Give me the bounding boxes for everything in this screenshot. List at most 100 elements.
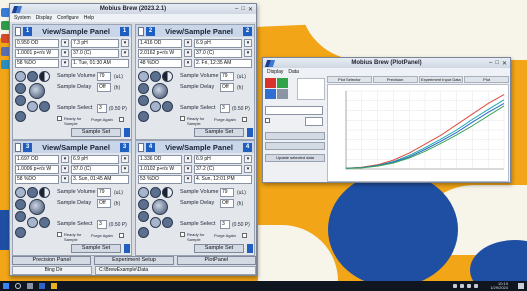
plot-option-checkbox[interactable] xyxy=(265,118,270,123)
sample-delay-input[interactable]: Off xyxy=(97,83,111,92)
vial-button[interactable] xyxy=(15,227,26,238)
vial-button[interactable] xyxy=(27,217,38,228)
panel-toggle[interactable] xyxy=(138,142,144,152)
ph-field[interactable]: 6.9 pH xyxy=(194,39,242,48)
temperature-field[interactable]: 37.2 (C) xyxy=(194,165,242,174)
vial-button[interactable] xyxy=(15,71,26,82)
sample-volume-input[interactable]: 79 xyxy=(220,72,234,81)
stir-field[interactable]: 1.0001 p+r/s W xyxy=(15,49,59,58)
temperature-toggle-icon[interactable]: ▾ xyxy=(244,49,252,57)
do-field[interactable]: 48 %DO xyxy=(138,59,182,68)
vial-button[interactable] xyxy=(138,199,149,210)
close-icon[interactable]: ✕ xyxy=(248,6,253,13)
notification-icon[interactable] xyxy=(518,283,524,289)
vial-button[interactable] xyxy=(39,71,50,82)
vial-button[interactable] xyxy=(15,187,26,198)
tab-plot-selector[interactable]: Plot Selector xyxy=(327,76,372,83)
plot-menu-data[interactable]: Data xyxy=(288,69,299,75)
battery-icon[interactable] xyxy=(474,284,479,288)
vial-button[interactable] xyxy=(27,71,38,82)
ph-field[interactable]: 6.9 pH xyxy=(71,155,119,164)
ph-field[interactable]: 7.3 pH xyxy=(71,39,119,48)
vial-button[interactable] xyxy=(27,101,38,112)
timestamp-field[interactable]: 3. Sun, 01:45 AM xyxy=(71,175,129,184)
app-taskbar-icon[interactable] xyxy=(39,283,45,289)
directory-button[interactable]: Bing Dir xyxy=(12,266,92,275)
vial-button[interactable] xyxy=(27,187,38,198)
od-field[interactable]: 1.416 OD xyxy=(138,39,182,48)
ph-toggle-icon[interactable]: ▾ xyxy=(121,39,129,47)
growth-chart[interactable] xyxy=(327,84,509,182)
tab-precision[interactable]: Precision xyxy=(372,76,418,83)
menu-help[interactable]: Help xyxy=(84,15,94,21)
stir-toggle-icon[interactable]: ▾ xyxy=(61,165,69,173)
temperature-toggle-icon[interactable]: ▾ xyxy=(121,165,129,173)
sample-delay-input[interactable]: Off xyxy=(97,199,111,208)
ready-for-sample-checkbox[interactable] xyxy=(180,232,185,237)
sample-set-button[interactable]: Sample Set xyxy=(71,128,121,137)
plot-option-field[interactable] xyxy=(305,117,323,126)
update-selected-data-button[interactable]: Update selected data xyxy=(265,154,325,162)
vial-button[interactable] xyxy=(150,217,161,228)
vial-main-button[interactable] xyxy=(29,83,45,99)
maximize-icon[interactable]: □ xyxy=(241,6,245,13)
timestamp-field[interactable]: 2. Fri, 12:35 AM xyxy=(194,59,252,68)
vial-button[interactable] xyxy=(15,95,26,106)
vial-button[interactable] xyxy=(15,199,26,210)
vial-button[interactable] xyxy=(138,187,149,198)
vial-button[interactable] xyxy=(150,101,161,112)
od-toggle-icon[interactable]: ▾ xyxy=(184,39,192,47)
panel-toggle[interactable] xyxy=(15,142,21,152)
explorer-taskbar-icon[interactable] xyxy=(51,283,57,289)
vial-button[interactable] xyxy=(162,217,173,228)
tab-experiment-input[interactable]: Experiment Input Data xyxy=(418,76,464,83)
vial-button[interactable] xyxy=(138,83,149,94)
timestamp-field[interactable]: 4. Sun, 12:01 PM xyxy=(194,175,252,184)
ph-toggle-icon[interactable]: ▾ xyxy=(121,155,129,163)
ready-for-sample-checkbox[interactable] xyxy=(57,232,62,237)
network-icon[interactable] xyxy=(460,284,465,288)
minimize-icon[interactable]: – xyxy=(235,6,238,13)
plot-panel-button[interactable]: PlotPanel xyxy=(176,256,256,265)
start-icon[interactable] xyxy=(3,283,9,289)
purge-again-checkbox[interactable] xyxy=(119,117,124,122)
precision-panel-button[interactable]: Precision Panel xyxy=(12,256,92,265)
temperature-toggle-icon[interactable]: ▾ xyxy=(244,165,252,173)
purge-again-checkbox[interactable] xyxy=(119,233,124,238)
vial-button[interactable] xyxy=(39,187,50,198)
do-field[interactable]: 53 %DO xyxy=(138,175,182,184)
sample-set-button[interactable]: Sample Set xyxy=(71,244,121,253)
sample-select-input[interactable]: 3 xyxy=(220,104,230,113)
vial-main-button[interactable] xyxy=(152,199,168,215)
plot-maximize-icon[interactable]: □ xyxy=(495,60,499,67)
temperature-field[interactable]: 37.0 (C) xyxy=(71,165,119,174)
vial-button[interactable] xyxy=(162,187,173,198)
vial-button[interactable] xyxy=(138,111,149,122)
stir-toggle-icon[interactable]: ▾ xyxy=(184,165,192,173)
plot-action-button[interactable] xyxy=(265,132,325,140)
vial-button[interactable] xyxy=(138,227,149,238)
ph-field[interactable]: 6.9 pH xyxy=(194,155,242,164)
temperature-toggle-icon[interactable]: ▾ xyxy=(121,49,129,57)
vial-button[interactable] xyxy=(15,111,26,122)
panel-toggle[interactable] xyxy=(138,26,144,36)
do-toggle-icon[interactable]: ▾ xyxy=(184,59,192,67)
sample-volume-input[interactable]: 79 xyxy=(220,188,234,197)
vial-button[interactable] xyxy=(138,95,149,106)
ready-for-sample-checkbox[interactable] xyxy=(57,116,62,121)
temperature-field[interactable]: 37.0 (C) xyxy=(194,49,242,58)
sample-set-button[interactable]: Sample Set xyxy=(194,128,244,137)
stir-field[interactable]: 2.0162 p+r/s W xyxy=(138,49,182,58)
search-icon[interactable] xyxy=(15,283,21,289)
od-toggle-icon[interactable]: ▾ xyxy=(61,39,69,47)
tray-chevron-icon[interactable] xyxy=(453,284,458,288)
reactor-color-swatch[interactable] xyxy=(277,89,288,99)
do-toggle-icon[interactable]: ▾ xyxy=(184,175,192,183)
ph-toggle-icon[interactable]: ▾ xyxy=(244,39,252,47)
temperature-field[interactable]: 37.0 (C) xyxy=(71,49,119,58)
plot-close-icon[interactable]: ✕ xyxy=(502,60,507,67)
vial-button[interactable] xyxy=(150,187,161,198)
vial-button[interactable] xyxy=(162,101,173,112)
od-field[interactable]: 0.950 OD xyxy=(15,39,59,48)
plot-minimize-icon[interactable]: – xyxy=(489,60,492,67)
